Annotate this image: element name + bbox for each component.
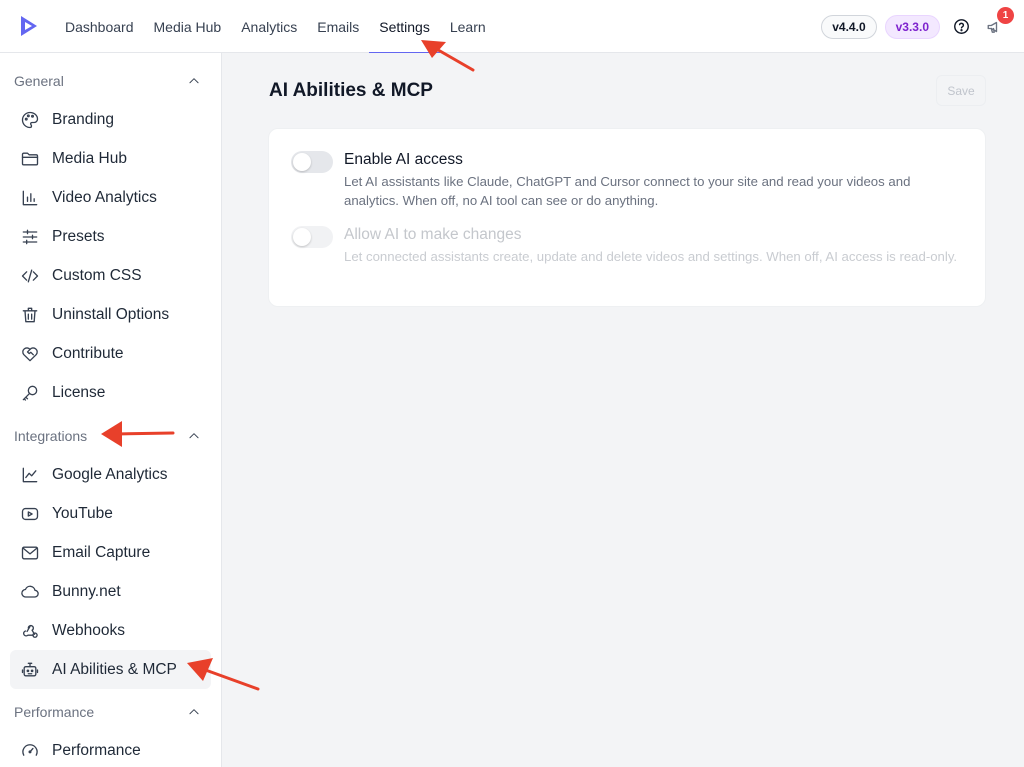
toggle-knob — [293, 153, 311, 171]
sidebar-item-license[interactable]: License — [10, 373, 211, 412]
top-right-controls: v4.4.0 v3.3.0 1 — [821, 0, 1014, 53]
sidebar-item-label: YouTube — [52, 504, 113, 522]
top-nav: Dashboard Media Hub Analytics Emails Set… — [55, 0, 496, 53]
section-title: Integrations — [14, 428, 88, 444]
option-description: Let AI assistants like Claude, ChatGPT a… — [344, 174, 911, 208]
section-title: Performance — [14, 704, 95, 720]
sidebar-item-label: Performance — [52, 741, 141, 759]
settings-sidebar: General Branding Media Hub Video Analyti… — [0, 53, 222, 767]
sidebar-item-contribute[interactable]: Contribute — [10, 334, 211, 373]
sidebar-item-youtube[interactable]: YouTube — [10, 494, 211, 533]
sidebar-item-label: Branding — [52, 110, 115, 128]
sidebar-item-label: Google Analytics — [52, 465, 168, 483]
sidebar-item-label: License — [52, 383, 106, 401]
option-title: Enable AI access — [344, 151, 463, 168]
sidebar-item-performance[interactable]: Performance — [10, 731, 211, 767]
sidebar-item-label: Bunny.net — [52, 582, 121, 600]
nav-settings[interactable]: Settings — [369, 0, 440, 53]
help-circle-icon — [953, 19, 969, 34]
webhook-icon — [20, 621, 40, 641]
code-icon — [20, 266, 40, 286]
sidebar-item-label: Custom CSS — [52, 266, 142, 284]
sidebar-item-branding[interactable]: Branding — [10, 100, 211, 139]
sidebar-item-google-analytics[interactable]: Google Analytics — [10, 455, 211, 494]
mail-icon — [20, 543, 40, 563]
version-badge[interactable]: v4.4.0 — [821, 14, 877, 39]
nav-learn[interactable]: Learn — [440, 0, 496, 53]
sidebar-item-presets[interactable]: Presets — [10, 217, 211, 256]
sidebar-item-media-hub[interactable]: Media Hub — [10, 139, 211, 178]
sidebar-item-email-capture[interactable]: Email Capture — [10, 533, 211, 572]
sliders-icon — [20, 227, 40, 247]
line-chart-icon — [20, 465, 40, 485]
sidebar-item-label: Video Analytics — [52, 188, 157, 206]
sidebar-item-video-analytics[interactable]: Video Analytics — [10, 178, 211, 217]
section-performance-header[interactable]: Performance — [0, 693, 221, 731]
section-general-header[interactable]: General — [0, 62, 221, 100]
sidebar-item-label: AI Abilities & MCP — [52, 660, 177, 678]
sidebar-item-bunny-net[interactable]: Bunny.net — [10, 572, 211, 611]
heart-handshake-icon — [20, 344, 40, 364]
save-button[interactable]: Save — [936, 75, 986, 106]
sidebar-item-label: Email Capture — [52, 543, 151, 561]
gauge-icon — [20, 741, 40, 761]
chevron-up-icon — [189, 433, 199, 439]
chevron-up-icon — [189, 78, 199, 84]
page-title: AI Abilities & MCP — [269, 80, 433, 101]
presto-logo-icon[interactable] — [17, 14, 41, 38]
notification-count-badge: 1 — [997, 6, 1014, 24]
nav-analytics[interactable]: Analytics — [231, 0, 307, 53]
palette-icon — [20, 110, 40, 130]
sidebar-item-label: Uninstall Options — [52, 305, 170, 323]
sidebar-item-label: Webhooks — [52, 621, 125, 639]
help-button[interactable] — [948, 14, 974, 40]
nav-emails[interactable]: Emails — [307, 0, 369, 53]
bar-chart-icon — [20, 188, 40, 208]
folder-icon — [20, 149, 40, 169]
ai-settings-card: Enable AI access Let AI assistants like … — [268, 128, 986, 307]
enable-ai-access-toggle[interactable] — [291, 151, 333, 173]
notifications-button[interactable]: 1 — [982, 6, 1014, 40]
option-title: Allow AI to make changes — [344, 226, 522, 243]
key-icon — [20, 383, 40, 403]
trash-icon — [20, 305, 40, 325]
section-title: General — [14, 73, 64, 89]
sidebar-item-uninstall-options[interactable]: Uninstall Options — [10, 295, 211, 334]
allow-ai-changes-toggle[interactable] — [291, 226, 333, 248]
robot-icon — [20, 660, 40, 680]
section-integrations-header[interactable]: Integrations — [0, 417, 221, 455]
sidebar-item-custom-css[interactable]: Custom CSS — [10, 256, 211, 295]
sidebar-item-label: Contribute — [52, 344, 124, 362]
sidebar-item-label: Presets — [52, 227, 105, 245]
version-badge-secondary[interactable]: v3.3.0 — [884, 14, 940, 39]
youtube-icon — [20, 504, 40, 524]
cloud-icon — [20, 582, 40, 602]
top-bar: Dashboard Media Hub Analytics Emails Set… — [0, 0, 1024, 53]
toggle-knob — [293, 228, 311, 246]
option-description: Let connected assistants create, update … — [344, 249, 958, 264]
chevron-up-icon — [189, 709, 199, 715]
nav-dashboard[interactable]: Dashboard — [55, 0, 144, 53]
sidebar-item-ai-abilities-mcp[interactable]: AI Abilities & MCP — [10, 650, 211, 689]
sidebar-item-webhooks[interactable]: Webhooks — [10, 611, 211, 650]
nav-media-hub[interactable]: Media Hub — [144, 0, 232, 53]
sidebar-item-label: Media Hub — [52, 149, 127, 167]
